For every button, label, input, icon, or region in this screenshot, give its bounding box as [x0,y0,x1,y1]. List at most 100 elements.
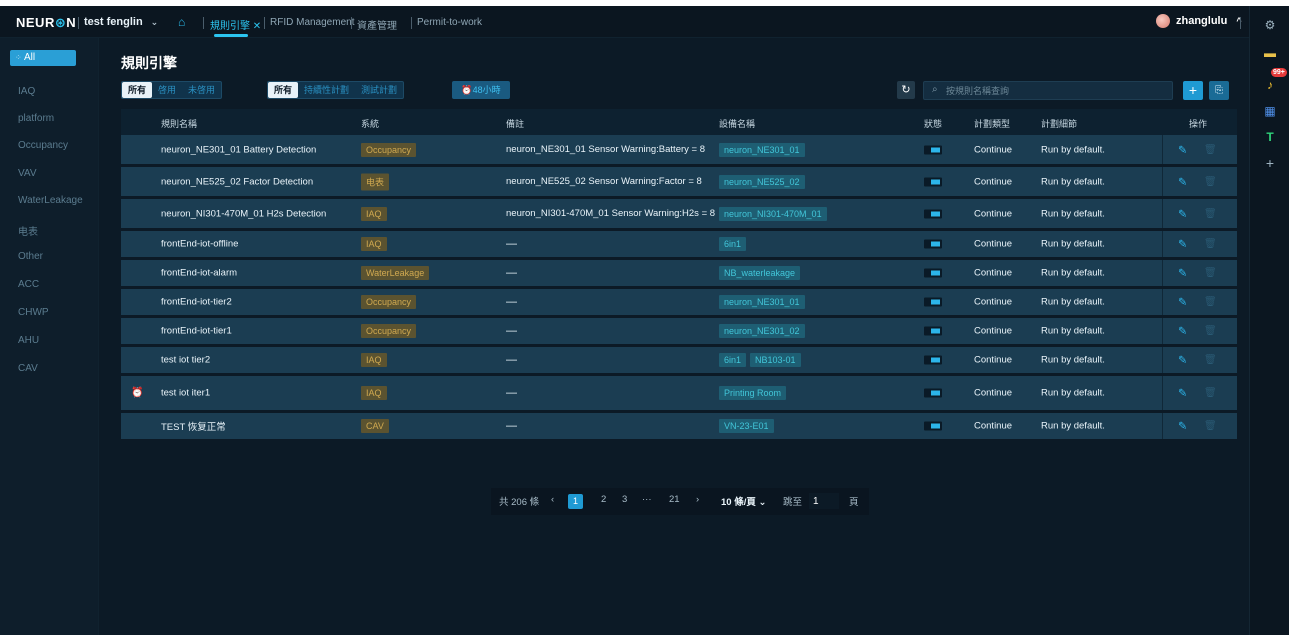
device-tag[interactable]: neuron_NE301_01 [719,295,805,309]
tab-permit-to-work[interactable]: Permit-to-work [417,17,482,28]
device-tag[interactable]: VN-23-E01 [719,419,774,433]
edit-icon[interactable]: ✎ [1178,207,1187,220]
filter-status-disabled[interactable]: 未啓用 [182,82,221,98]
filter-plan-continuous[interactable]: 持續性計劃 [298,82,355,98]
trash-icon[interactable]: 🗑 [1204,355,1217,366]
sidebar-item-meter[interactable]: 电表 [18,223,38,238]
rule-name[interactable]: test iot iter1 [161,388,210,399]
device-tag[interactable]: NB103-01 [750,353,801,367]
sidebar-item-occupancy[interactable]: Occupancy [18,140,68,151]
device-tag[interactable]: 6in1 [719,353,747,367]
device-tag[interactable]: neuron_NI301-470M_01 [719,206,827,221]
edit-icon[interactable]: ✎ [1178,175,1187,188]
user-menu[interactable]: zhanglulu ^ [1156,14,1242,28]
status-toggle[interactable] [924,326,942,336]
table-row[interactable]: neuron_NE301_01 Battery Detection Occupan… [121,135,1237,167]
sidebar-item-all[interactable]: ⁘ All [10,50,76,66]
page-ellipsis[interactable]: ··· [642,494,652,505]
calendar-icon[interactable]: ▦ [1263,104,1277,118]
folder-icon[interactable]: ▬ [1263,46,1277,60]
filter-status-enabled[interactable]: 啓用 [152,82,182,98]
device-tag[interactable]: neuron_NE301_02 [719,324,805,338]
device-tag[interactable]: Printing Room [719,386,787,400]
page-1-button[interactable]: 1 [568,494,583,509]
trash-icon[interactable]: 🗑 [1204,421,1217,432]
status-toggle[interactable] [924,421,942,431]
t-app-icon[interactable]: T [1263,130,1277,144]
prev-page-button[interactable]: ‹ [551,494,554,505]
bell-icon[interactable]: ♪ [1263,78,1277,92]
sidebar-item-iaq[interactable]: IAQ [18,86,35,97]
add-icon[interactable]: + [1263,156,1277,170]
next-page-button[interactable]: › [696,494,699,505]
rule-name[interactable]: test iot tier2 [161,355,210,366]
device-tag[interactable]: NB_waterleakage [719,266,801,280]
rule-name[interactable]: frontEnd-iot-tier1 [161,326,232,337]
status-toggle[interactable] [924,297,942,307]
edit-icon[interactable]: ✎ [1178,238,1187,251]
sidebar-item-acc[interactable]: ACC [18,279,39,290]
trash-icon[interactable]: 🗑 [1204,144,1217,155]
project-selector[interactable]: test fenglin ⌄ [84,16,158,28]
page-3-button[interactable]: 3 [622,494,627,505]
rule-name[interactable]: neuron_NE301_01 Battery Detection [161,144,316,155]
table-row[interactable]: neuron_NI301-470M_01 H2s Detection IAQ neu… [121,199,1237,231]
status-toggle[interactable] [924,209,942,218]
edit-icon[interactable]: ✎ [1178,296,1187,309]
export-button[interactable]: ⎘ [1209,81,1229,100]
status-toggle[interactable] [924,145,942,154]
tab-rfid-management[interactable]: RFID Management [270,17,354,28]
device-tag[interactable]: 6in1 [719,237,747,251]
trash-icon[interactable]: 🗑 [1204,297,1217,308]
trash-icon[interactable]: 🗑 [1204,268,1217,279]
page-21-button[interactable]: 21 [669,494,680,505]
table-row[interactable]: test iot tier2 IAQ — 6in1 NB103-01 Continue Ru… [121,347,1237,376]
device-tag[interactable]: neuron_NE525_02 [719,174,805,189]
device-tag[interactable]: neuron_NE301_01 [719,142,805,157]
sidebar-item-cav[interactable]: CAV [18,363,38,374]
edit-icon[interactable]: ✎ [1178,354,1187,367]
app-logo[interactable]: NEUR⊛N [16,15,76,31]
trash-icon[interactable]: 🗑 [1204,326,1217,337]
edit-icon[interactable]: ✎ [1178,267,1187,280]
status-toggle[interactable] [924,355,942,365]
jump-page-input[interactable] [809,493,839,509]
sidebar-item-chwp[interactable]: CHWP [18,307,49,318]
edit-icon[interactable]: ✎ [1178,325,1187,338]
add-rule-button[interactable]: + [1183,81,1203,100]
home-icon[interactable]: ⌂ [178,15,185,29]
search-input[interactable] [946,83,1166,98]
status-toggle[interactable] [924,239,942,249]
edit-icon[interactable]: ✎ [1178,143,1187,156]
trash-icon[interactable]: 🗑 [1204,176,1217,187]
sidebar-item-vav[interactable]: VAV [18,168,37,179]
table-row[interactable]: TEST 恢复正常 CAV — VN-23-E01 Continue Run by def… [121,413,1237,442]
table-row[interactable]: frontEnd-iot-alarm WaterLeakage — NB_waterl… [121,260,1237,289]
page-2-button[interactable]: 2 [601,494,606,505]
close-icon[interactable]: ✕ [253,21,261,32]
rule-name[interactable]: frontEnd-iot-tier2 [161,297,232,308]
sidebar-item-waterleakage[interactable]: WaterLeakage [18,195,83,206]
sidebar-item-other[interactable]: Other [18,251,43,262]
table-row[interactable]: frontEnd-iot-tier1 Occupancy — neuron_NE301… [121,318,1237,347]
trash-icon[interactable]: 🗑 [1204,208,1217,219]
rule-name[interactable]: TEST 恢复正常 [161,419,226,433]
filter-plan-all[interactable]: 所有 [268,82,299,98]
trash-icon[interactable]: 🗑 [1204,388,1217,399]
tab-asset-management[interactable]: 資產管理 [357,17,397,32]
page-size-select[interactable]: 10 條/頁 ⌄ [721,494,766,508]
edit-icon[interactable]: ✎ [1178,387,1187,400]
refresh-button[interactable]: ↻ [897,81,915,99]
rule-name[interactable]: frontEnd-iot-offline [161,239,238,250]
sidebar-item-ahu[interactable]: AHU [18,335,39,346]
table-row[interactable]: frontEnd-iot-tier2 Occupancy — neuron_NE301… [121,289,1237,318]
filter-status-all[interactable]: 所有 [122,82,153,98]
tab-rule-engine[interactable]: 規則引擎 ✕ [210,17,261,32]
table-row[interactable]: neuron_NE525_02 Factor Detection 电表 neuron… [121,167,1237,199]
edit-icon[interactable]: ✎ [1178,420,1187,433]
trash-icon[interactable]: 🗑 [1204,239,1217,250]
sidebar-item-platform[interactable]: platform [18,113,54,124]
status-toggle[interactable] [924,177,942,186]
table-row[interactable]: ⏰ test iot iter1 IAQ — Printing Room Continue… [121,376,1237,413]
rule-name[interactable]: frontEnd-iot-alarm [161,268,237,279]
